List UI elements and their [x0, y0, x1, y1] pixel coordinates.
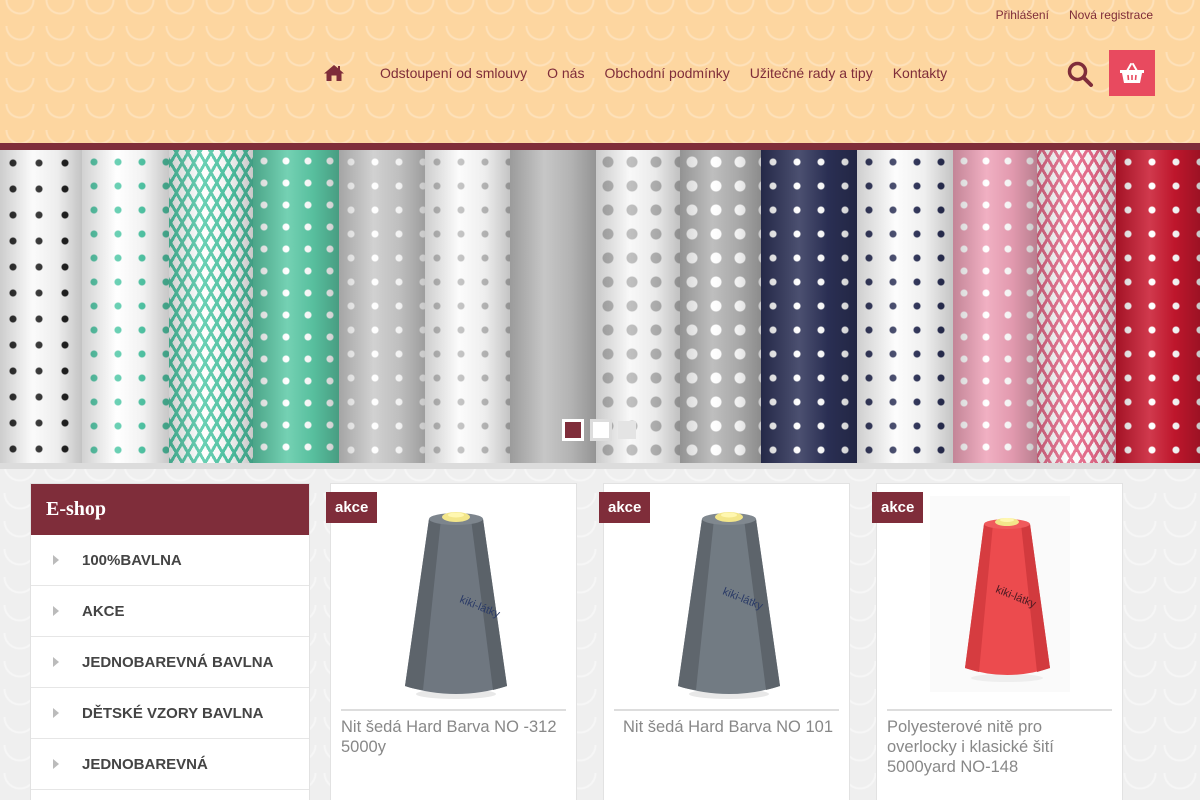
- fabric-roll: [857, 150, 953, 463]
- category-item[interactable]: JEDNOBAREVNÁ: [31, 739, 309, 790]
- slider-dot-3[interactable]: [618, 421, 636, 439]
- search-icon[interactable]: [1066, 60, 1094, 88]
- product-image[interactable]: kiki-látky: [341, 494, 566, 704]
- product-name[interactable]: Polyesterové nitě pro overlocky i klasic…: [887, 717, 1115, 777]
- caret-right-icon: [53, 657, 59, 667]
- category-item[interactable]: 100%BAVLNA: [31, 535, 309, 586]
- cart-basket-icon: [1120, 63, 1144, 83]
- hero-banner[interactable]: [0, 150, 1200, 463]
- fabric-roll: [761, 150, 858, 463]
- banner-bottom-strip: [0, 463, 1200, 469]
- category-label: DĚTSKÉ VZORY BAVLNA: [82, 704, 264, 722]
- product-image[interactable]: kiki-látky: [887, 494, 1112, 704]
- sale-badge: akce: [872, 492, 924, 523]
- fabric-roll: [952, 150, 1037, 463]
- fabric-roll: [169, 150, 254, 463]
- caret-right-icon: [53, 555, 59, 565]
- divider: [614, 709, 839, 711]
- sidebar-title: E-shop: [31, 484, 309, 535]
- caret-right-icon: [53, 708, 59, 718]
- category-sidebar: E-shop 100%BAVLNA AKCE JEDNOBAREVNÁ BAVL…: [30, 483, 310, 800]
- fabric-roll: [253, 150, 339, 463]
- fabric-roll: [424, 150, 511, 463]
- fabric-roll: [1036, 150, 1117, 463]
- category-item[interactable]: AKCE: [31, 586, 309, 637]
- fabric-roll: [81, 150, 170, 463]
- category-item[interactable]: DĚTSKÉ VZORY BAVLNA: [31, 688, 309, 739]
- category-label: JEDNOBAREVNÁ: [82, 755, 208, 773]
- category-item[interactable]: JEDNOBAREVNÁ BAVLNA: [31, 637, 309, 688]
- slider-dots: [562, 419, 636, 441]
- fabric-roll: [679, 150, 762, 463]
- top-links: Přihlášení Nová registrace: [996, 8, 1153, 22]
- slider-dot-1[interactable]: [562, 419, 584, 441]
- category-label: AKCE: [82, 602, 125, 620]
- header-divider: [0, 143, 1200, 150]
- product-card[interactable]: kiki-látky akce Nit šedá Hard Barva NO 1…: [599, 483, 850, 800]
- fabric-roll: [596, 150, 680, 463]
- product-card[interactable]: kiki-látky akce Nit šedá Hard Barva NO -…: [326, 483, 577, 800]
- nav-item-contacts[interactable]: Kontakty: [883, 62, 957, 84]
- nav-item-withdrawal[interactable]: Odstoupení od smlouvy: [370, 62, 537, 84]
- register-link[interactable]: Nová registrace: [1069, 8, 1153, 22]
- fabric-roll: [510, 150, 597, 463]
- sale-badge: akce: [326, 492, 378, 523]
- home-icon[interactable]: [322, 62, 346, 84]
- caret-right-icon: [53, 606, 59, 616]
- product-name[interactable]: Nit šedá Hard Barva NO 101: [614, 717, 842, 737]
- nav-item-about[interactable]: O nás: [537, 62, 594, 84]
- category-label: JEDNOBAREVNÁ BAVLNA: [82, 653, 274, 671]
- sale-badge: akce: [599, 492, 651, 523]
- category-label: 100%BAVLNA: [82, 551, 182, 569]
- nav-item-tips[interactable]: Užitečné rady a tipy: [740, 62, 883, 84]
- product-name[interactable]: Nit šedá Hard Barva NO -312 5000y: [341, 717, 569, 757]
- product-card[interactable]: kiki-látky akce Polyesterové nitě pro ov…: [872, 483, 1123, 800]
- main-nav: Odstoupení od smlouvy O nás Obchodní pod…: [322, 62, 957, 84]
- divider: [341, 709, 566, 711]
- site-header: Přihlášení Nová registrace Odstoupení od…: [0, 0, 1200, 143]
- fabric-roll: [1116, 150, 1200, 463]
- fabric-roll: [0, 150, 82, 463]
- nav-item-terms[interactable]: Obchodní podmínky: [594, 62, 739, 84]
- slider-dot-2[interactable]: [590, 419, 612, 441]
- divider: [887, 709, 1112, 711]
- fabric-roll: [338, 150, 425, 463]
- login-link[interactable]: Přihlášení: [996, 8, 1049, 22]
- product-image[interactable]: kiki-látky: [614, 494, 839, 704]
- cart-button[interactable]: [1109, 50, 1155, 96]
- caret-right-icon: [53, 759, 59, 769]
